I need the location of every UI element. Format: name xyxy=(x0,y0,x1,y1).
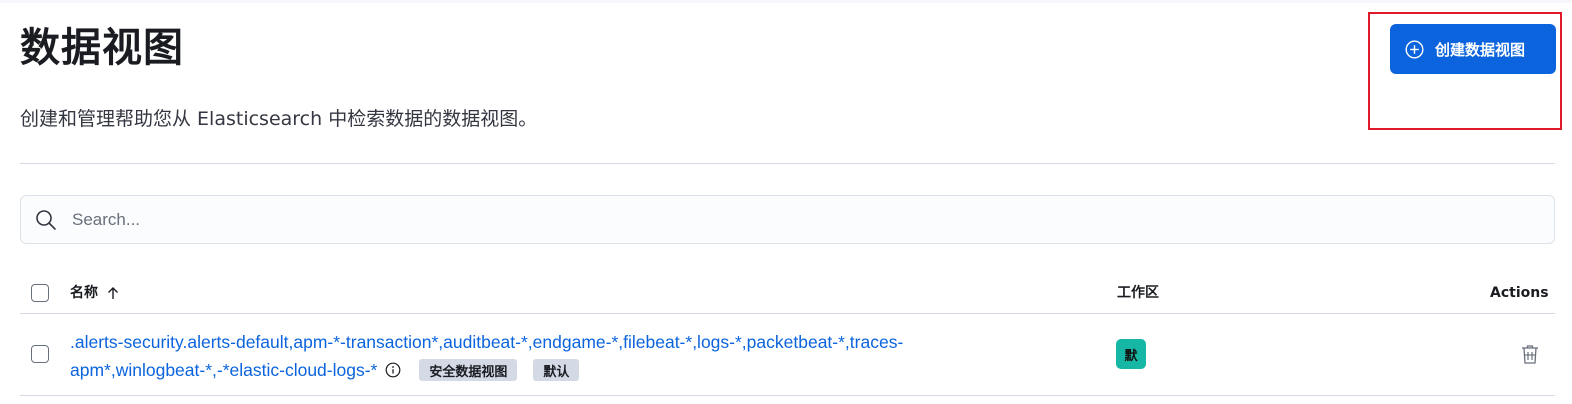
info-icon[interactable] xyxy=(385,362,401,378)
default-badge: 默认 xyxy=(533,359,580,381)
search-bar[interactable] xyxy=(20,195,1555,244)
column-header-workspace: 工作区 xyxy=(1117,285,1159,301)
top-border xyxy=(0,0,1572,3)
row-checkbox[interactable] xyxy=(31,345,49,363)
data-views-page: 数据视图 创建和管理帮助您从 Elasticsearch 中检索数据的数据视图。… xyxy=(0,0,1572,404)
data-view-name-link[interactable]: .alerts-security.alerts-default,apm-*-tr… xyxy=(70,327,1030,357)
create-button-label: 创建数据视图 xyxy=(1435,40,1526,59)
select-all-checkbox[interactable] xyxy=(31,284,49,302)
header-divider xyxy=(20,163,1555,164)
search-input[interactable] xyxy=(70,208,1474,231)
security-data-view-badge: 安全数据视图 xyxy=(419,359,518,381)
search-icon xyxy=(35,209,57,231)
page-title: 数据视图 xyxy=(20,25,184,71)
data-view-name-link-continued[interactable]: apm*,winlogbeat-*,-*elastic-cloud-logs-* xyxy=(70,356,377,384)
column-header-actions: Actions xyxy=(1490,285,1549,301)
data-view-name-line2: apm*,winlogbeat-*,-*elastic-cloud-logs-*… xyxy=(70,356,580,384)
plus-circle-icon xyxy=(1405,39,1424,59)
workspace-avatar[interactable]: 默 xyxy=(1116,339,1146,369)
page-description: 创建和管理帮助您从 Elasticsearch 中检索数据的数据视图。 xyxy=(20,108,538,130)
table-header-divider xyxy=(20,313,1555,314)
create-data-view-button[interactable]: 创建数据视图 xyxy=(1390,24,1556,74)
column-header-name-label: 名称 xyxy=(70,285,98,301)
trash-icon[interactable] xyxy=(1519,343,1541,365)
table-row-divider xyxy=(20,395,1555,396)
arrow-up-icon xyxy=(106,286,120,300)
column-header-name[interactable]: 名称 xyxy=(70,284,120,302)
